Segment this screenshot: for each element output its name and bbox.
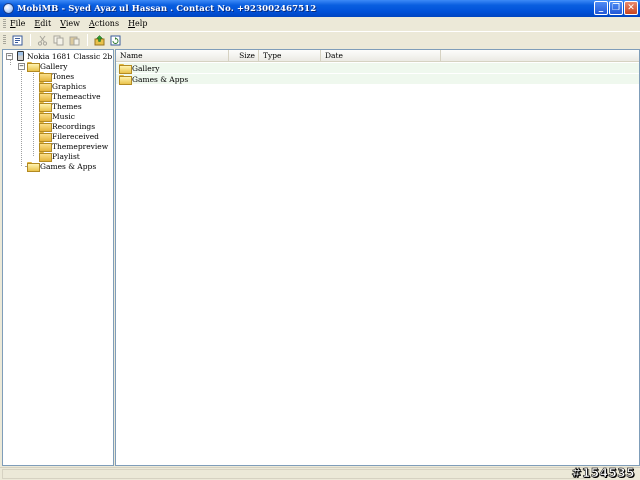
minimize-icon: _ <box>598 2 604 13</box>
tree-connector <box>33 70 34 156</box>
root-collapse-toggle[interactable]: − <box>6 53 13 60</box>
tree-node-label: Graphics <box>52 81 87 91</box>
column-header-name[interactable]: Name <box>116 50 229 62</box>
maximize-icon: ❐ <box>611 2 621 13</box>
refresh-icon <box>110 35 120 45</box>
list-item-name: Games & Apps <box>132 74 189 84</box>
properties-button[interactable] <box>10 33 24 47</box>
folder-icon <box>119 64 132 74</box>
cut-icon <box>37 35 47 46</box>
column-header-date[interactable]: Date <box>321 50 441 62</box>
toolbar-separator <box>87 34 88 46</box>
tree-node-themes[interactable]: Themes <box>39 101 82 112</box>
phone-icon <box>17 51 24 61</box>
tree-node-label: Filereceived <box>52 131 99 141</box>
properties-icon <box>12 35 22 45</box>
copy-button[interactable] <box>51 33 65 47</box>
folder-icon <box>27 162 40 172</box>
upload-icon <box>94 34 104 45</box>
folder-icon <box>39 112 52 122</box>
folder-icon <box>39 102 52 112</box>
toolbar-separator <box>30 34 31 46</box>
folder-icon <box>39 132 52 142</box>
tree-node-label: Recordings <box>52 121 96 131</box>
tree-connector <box>21 65 22 166</box>
paste-button[interactable] <box>67 33 81 47</box>
folder-icon <box>39 72 52 82</box>
tree-node-graphics[interactable]: Graphics <box>39 81 87 92</box>
list-header: Name Size Type Date <box>116 50 639 62</box>
cut-button[interactable] <box>35 33 49 47</box>
status-panel <box>2 469 590 479</box>
maximize-button[interactable]: ❐ <box>609 1 623 15</box>
toolbar-grip-icon[interactable] <box>3 35 6 45</box>
paste-icon <box>69 36 79 45</box>
folder-icon <box>39 122 52 132</box>
folder-icon <box>39 142 52 152</box>
menu-grip-icon[interactable] <box>3 18 6 29</box>
menu-view[interactable]: View <box>60 19 80 28</box>
tree-node-playlist[interactable]: Playlist <box>39 151 80 162</box>
menu-edit[interactable]: Edit <box>34 19 51 28</box>
close-button[interactable]: ✕ <box>624 1 638 15</box>
tree-node-device[interactable]: Nokia 1681 Classic 2b <box>17 51 112 61</box>
list-item[interactable]: Gallery <box>116 63 639 74</box>
column-header-type[interactable]: Type <box>259 50 321 62</box>
list-item[interactable]: Games & Apps <box>116 74 639 85</box>
window-title: MobiMB - Syed Ayaz ul Hassan . Contact N… <box>17 3 317 14</box>
list-item-name: Gallery <box>132 63 160 73</box>
upload-button[interactable] <box>92 33 106 47</box>
status-bar: #154535 <box>0 466 640 480</box>
folder-tree[interactable]: − Nokia 1681 Classic 2b − Gallery Tones … <box>2 49 114 466</box>
close-icon: ✕ <box>627 2 635 13</box>
menu-help[interactable]: Help <box>128 19 147 28</box>
folder-icon <box>39 82 52 92</box>
tree-node-tones[interactable]: Tones <box>39 71 75 82</box>
tree-node-label: Themepreview <box>52 141 109 151</box>
file-list[interactable]: Name Size Type Date Gallery Games & Apps <box>115 49 640 466</box>
minimize-button[interactable]: _ <box>594 1 608 15</box>
watermark-text: #154535 <box>571 466 635 480</box>
tree-node-label: Games & Apps <box>40 161 97 171</box>
refresh-button[interactable] <box>108 33 122 47</box>
app-icon[interactable] <box>3 3 14 14</box>
folder-icon <box>39 152 52 162</box>
tree-node-label: Themeactive <box>52 91 101 101</box>
tree-node-label: Tones <box>52 71 75 81</box>
tree-node-label: Playlist <box>52 151 80 161</box>
tree-node-filereceived[interactable]: Filereceived <box>39 131 99 142</box>
menu-bar: File Edit View Actions Help <box>0 17 640 30</box>
toolbar <box>0 31 640 48</box>
gallery-collapse-toggle[interactable]: − <box>18 63 25 70</box>
tree-node-label: Themes <box>52 101 82 111</box>
tree-node-label: Nokia 1681 Classic 2b <box>27 51 113 61</box>
tree-node-themepreview[interactable]: Themepreview <box>39 141 109 152</box>
folder-icon <box>119 75 132 85</box>
tree-node-recordings[interactable]: Recordings <box>39 121 96 132</box>
window-controls: _ ❐ ✕ <box>594 1 638 15</box>
tree-node-music[interactable]: Music <box>39 111 75 122</box>
folder-icon <box>27 62 40 72</box>
tree-node-label: Gallery <box>40 61 68 71</box>
tree-node-games-apps[interactable]: Games & Apps <box>27 161 97 172</box>
folder-icon <box>39 92 52 102</box>
menu-actions[interactable]: Actions <box>89 19 119 28</box>
column-header-size[interactable]: Size <box>229 50 259 62</box>
tree-connector <box>10 60 11 65</box>
title-bar: MobiMB - Syed Ayaz ul Hassan . Contact N… <box>0 0 640 17</box>
tree-node-label: Music <box>52 111 75 121</box>
tree-node-gallery[interactable]: Gallery <box>27 61 68 72</box>
menu-file[interactable]: File <box>10 19 25 28</box>
tree-node-themeactive[interactable]: Themeactive <box>39 91 101 102</box>
copy-icon <box>53 35 63 45</box>
